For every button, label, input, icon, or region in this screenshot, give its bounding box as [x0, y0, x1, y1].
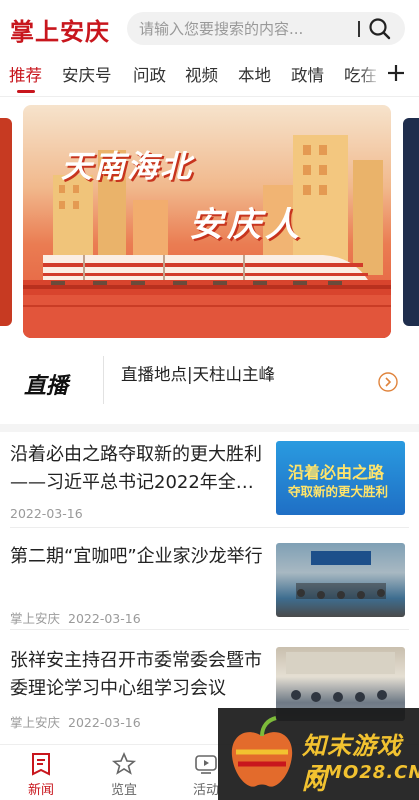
news-meta: 掌上安庆 2022-03-16 [10, 608, 141, 627]
nav-browse[interactable]: 览宜 [94, 751, 154, 798]
news-divider [10, 527, 409, 528]
news-thumbnail [276, 543, 405, 617]
live-divider [103, 356, 104, 404]
banner-title-1: 天南海北 [61, 149, 193, 185]
tab-recommend[interactable]: 推荐 [9, 62, 42, 86]
chevron-right-icon[interactable] [378, 372, 398, 392]
tab-politics[interactable]: 政情 [291, 62, 324, 86]
tab-video[interactable]: 视频 [185, 62, 218, 86]
news-thumbnail: 沿着必由之路 夺取新的更大胜利 [276, 441, 405, 515]
thumb-text-2: 夺取新的更大胜利 [288, 484, 389, 499]
thumb-photo [296, 551, 386, 599]
app-screen: 掌上安庆 推荐 安庆号 问政 视频 本地 政情 吃在 [0, 0, 419, 800]
news-date: 2022-03-16 [10, 506, 83, 521]
news-item[interactable]: 第二期“宜咖吧”企业家沙龙举行 掌上安庆 2022-03-16 [0, 543, 419, 635]
news-date: 2022-03-16 [68, 715, 141, 730]
banner-next-peek[interactable] [403, 118, 419, 326]
section-separator [0, 424, 419, 432]
search-bar[interactable] [127, 12, 405, 45]
live-entry[interactable]: 直播 直播地点|天柱山主峰 [0, 350, 419, 414]
banner-slide[interactable]: 天南海北 安庆人 [23, 105, 391, 338]
channel-tabs: 推荐 安庆号 问政 视频 本地 政情 吃在 [0, 58, 419, 96]
news-item[interactable]: 沿着必由之路夺取新的更大胜利——习近平总书记2022年全… 2022-03-16… [0, 441, 419, 533]
apple-logo-icon [226, 716, 298, 792]
star-icon [111, 751, 137, 777]
banner-title-2: 安庆人 [189, 205, 303, 245]
watermark-text-1: 知末游戏网 [302, 732, 402, 795]
news-meta: 2022-03-16 [10, 506, 83, 521]
news-title: 沿着必由之路夺取新的更大胜利——习近平总书记2022年全… [10, 444, 262, 493]
watermark-text-2: ZMO28.CN [310, 762, 419, 783]
tab-wenzheng[interactable]: 问政 [133, 62, 166, 86]
news-divider [10, 629, 409, 630]
watermark: 知末游戏网 ZMO28.CN [218, 708, 419, 800]
tabs-divider [0, 96, 419, 97]
header: 掌上安庆 [0, 0, 419, 56]
search-input[interactable] [139, 19, 354, 38]
tab-active-indicator [17, 90, 35, 93]
app-logo: 掌上安庆 [10, 17, 110, 46]
tabs-fade [359, 58, 381, 96]
tab-local[interactable]: 本地 [238, 62, 271, 86]
news-title: 张祥安主持召开市委常委会暨市委理论学习中心组学习会议 [10, 650, 262, 699]
live-location: 直播地点|天柱山主峰 [121, 365, 276, 384]
banner-prev-peek[interactable] [0, 118, 12, 326]
nav-news-label: 新闻 [27, 783, 54, 798]
live-logo: 直播 [24, 374, 69, 399]
news-source: 掌上安庆 [10, 715, 61, 730]
news-date: 2022-03-16 [68, 611, 141, 626]
search-icon[interactable] [366, 15, 394, 43]
add-channel-icon[interactable] [385, 62, 407, 84]
tv-icon [193, 751, 219, 777]
news-meta: 掌上安庆 2022-03-16 [10, 712, 141, 731]
nav-browse-label: 览宜 [110, 783, 137, 798]
news-icon [28, 751, 54, 777]
news-source: 掌上安庆 [10, 611, 61, 626]
search-separator [358, 20, 360, 37]
thumb-text-1: 沿着必由之路 [288, 463, 385, 482]
news-title: 第二期“宜咖吧”企业家沙龙举行 [10, 546, 263, 567]
tab-anqing-hao[interactable]: 安庆号 [62, 62, 112, 86]
nav-news[interactable]: 新闻 [11, 751, 71, 798]
